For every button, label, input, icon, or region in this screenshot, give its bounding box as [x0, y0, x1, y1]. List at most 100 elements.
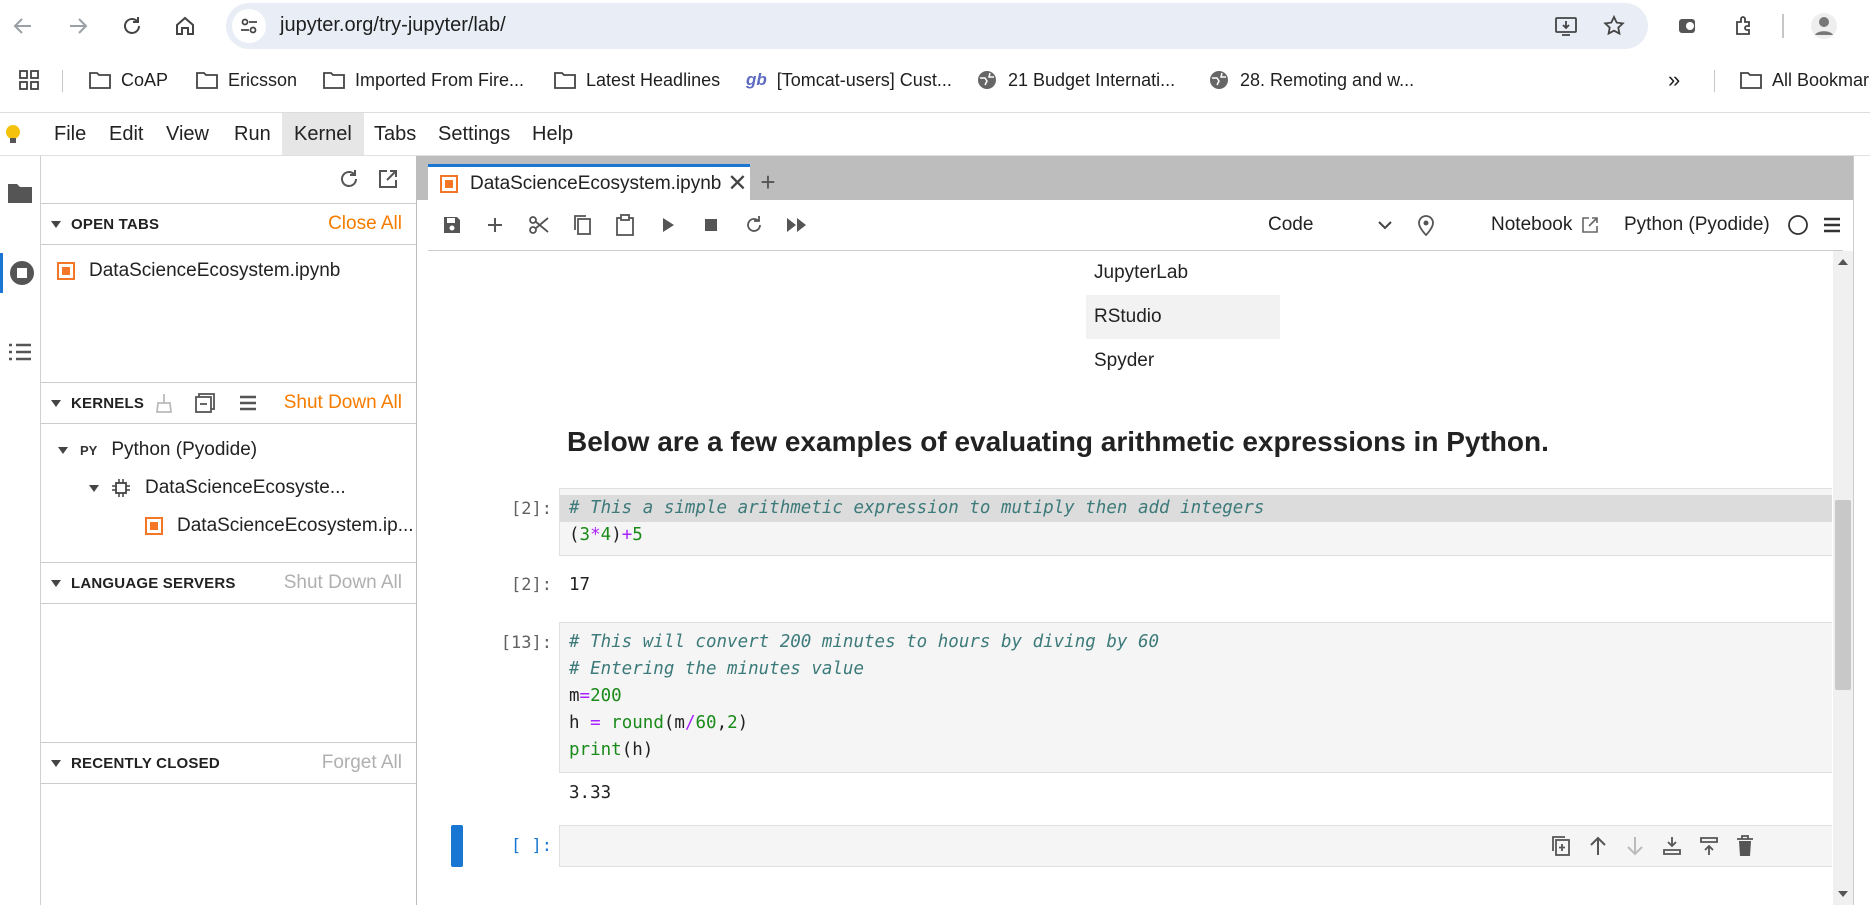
document-label: DataScienceEcosystem.ip... [177, 515, 414, 536]
open-in-notebook-button[interactable]: Notebook [1491, 210, 1600, 240]
output-prompt: [2]: [511, 575, 552, 595]
paste-button[interactable] [611, 211, 639, 239]
property-inspector-button[interactable] [1412, 211, 1440, 239]
collapse-all-button[interactable] [194, 392, 216, 414]
open-tab-item[interactable]: DataScienceEcosystem.ipynb [57, 255, 340, 287]
stop-icon [705, 219, 717, 231]
move-down-button[interactable] [1624, 834, 1646, 858]
new-launcher-button[interactable]: + [756, 166, 780, 198]
apps-button[interactable] [18, 60, 40, 100]
menu-run[interactable]: Run [222, 113, 283, 155]
copy-button[interactable] [568, 211, 596, 239]
refresh-icon [341, 170, 357, 187]
restart-kernel-button[interactable] [740, 211, 768, 239]
open-external-button[interactable] [377, 168, 399, 190]
close-icon[interactable]: ✕ [727, 169, 747, 198]
code-line: (3*4)+5 [569, 525, 643, 545]
menu-settings[interactable]: Settings [426, 113, 522, 155]
shut-down-all-kernels-button[interactable]: Shut Down All [284, 392, 402, 414]
code-cell-input[interactable]: # This a simple arithmetic expression to… [559, 488, 1832, 556]
markdown-heading: Below are a few examples of evaluating a… [567, 426, 1549, 457]
more-bookmarks-button[interactable]: » [1668, 60, 1680, 100]
bookmark-item[interactable]: Imported From Fire... [323, 60, 524, 100]
bookmark-item[interactable]: Ericsson [196, 60, 297, 100]
insert-cell-button[interactable] [481, 211, 509, 239]
bookmark-item[interactable]: gb [Tomcat-users] Cust... [746, 60, 952, 100]
move-up-button[interactable] [1587, 834, 1609, 858]
bookmark-star-button[interactable] [1596, 8, 1632, 44]
all-bookmarks-button[interactable]: All Bookmarks [1740, 60, 1870, 100]
open-tabs-section-header[interactable]: OPEN TABS Close All [41, 203, 416, 245]
recently-closed-section-header[interactable]: RECENTLY CLOSED Forget All [41, 742, 416, 784]
bookmark-label: [Tomcat-users] Cust... [776, 69, 952, 90]
bookmark-item[interactable]: Latest Headlines [554, 60, 720, 100]
site-info-button[interactable] [232, 9, 266, 43]
shut-down-all-servers-button[interactable]: Shut Down All [284, 572, 402, 594]
clear-kernels-button[interactable] [153, 392, 175, 414]
run-cell-button[interactable] [654, 211, 682, 239]
reload-button[interactable] [112, 6, 152, 46]
code-cell-input[interactable]: # This will convert 200 minutes to hours… [559, 622, 1832, 773]
bookmark-label: 28. Remoting and w... [1240, 69, 1415, 90]
kernel-item[interactable]: PY Python (Pyodide) [58, 434, 257, 466]
menu-view[interactable]: View [154, 113, 221, 155]
close-all-button[interactable]: Close All [328, 213, 402, 235]
duplicate-cell-button[interactable] [1550, 834, 1572, 858]
bookmark-item[interactable]: 28. Remoting and w... [1208, 60, 1414, 100]
code-cell-input[interactable] [559, 825, 1832, 867]
cut-button[interactable] [525, 211, 553, 239]
tab-notebook[interactable]: DataScienceEcosystem.ipynb ✕ [428, 164, 750, 200]
document-item[interactable]: DataScienceEcosystem.ip... [145, 510, 414, 542]
menu-file[interactable]: File [42, 113, 98, 155]
folder-icon [89, 72, 111, 89]
restart-run-all-button[interactable] [783, 211, 811, 239]
insert-above-button[interactable] [1661, 834, 1683, 858]
language-servers-section-header[interactable]: LANGUAGE SERVERS Shut Down All [41, 562, 416, 604]
bookmark-label: Latest Headlines [586, 69, 721, 90]
forget-all-button[interactable]: Forget All [322, 752, 402, 774]
profile-button[interactable] [1806, 8, 1842, 44]
menu-help[interactable]: Help [520, 113, 585, 155]
code-line: m=200 [569, 686, 622, 706]
scroll-up-icon[interactable] [1833, 255, 1853, 269]
scrollbar-thumb[interactable] [1835, 500, 1851, 690]
globe-icon [1210, 71, 1228, 89]
notebook-toolbar: Code Notebook Python (Pyodide) [428, 200, 1843, 251]
scroll-down-icon[interactable] [1833, 887, 1853, 901]
cell-output: 17 [569, 575, 591, 595]
reload-icon [124, 17, 140, 34]
notebook-label: Notebook [1491, 214, 1573, 235]
table-of-contents-tab[interactable] [0, 332, 40, 372]
menu-kernel[interactable]: Kernel [282, 113, 364, 155]
install-app-button[interactable] [1548, 8, 1584, 44]
bookmark-item[interactable]: 21 Budget Internati... [976, 60, 1175, 100]
save-button[interactable] [438, 211, 466, 239]
plus-icon [488, 218, 502, 232]
extension-button[interactable] [1670, 8, 1706, 44]
file-browser-tab[interactable] [0, 173, 40, 213]
menu-tabs[interactable]: Tabs [362, 113, 428, 155]
interrupt-kernel-button[interactable] [697, 211, 725, 239]
kernels-section-header[interactable]: KERNELS Shut Down All [41, 382, 416, 424]
menu-edit[interactable]: Edit [97, 113, 155, 155]
extensions-menu-button[interactable] [1726, 8, 1762, 44]
bookmark-item[interactable]: CoAP [89, 60, 168, 100]
bookmark-label: 21 Budget Internati... [1008, 69, 1176, 90]
session-item[interactable]: DataScienceEcosyste... [89, 472, 346, 504]
cell-type-select[interactable]: Code [1268, 210, 1393, 240]
running-kernels-tab[interactable] [0, 253, 40, 293]
input-prompt: [ ]: [511, 836, 552, 856]
home-button[interactable] [165, 6, 205, 46]
notebook-panel: JupyterLab RStudio Spyder Below are a fe… [428, 251, 1832, 905]
toolbar-menu-button[interactable] [1818, 211, 1846, 239]
back-button[interactable] [3, 6, 43, 46]
kernel-name-button[interactable]: Python (Pyodide) [1624, 210, 1770, 240]
delete-cell-button[interactable] [1735, 834, 1755, 858]
insert-below-button[interactable] [1698, 834, 1720, 858]
list-view-button[interactable] [237, 392, 259, 414]
toolbar-divider [1782, 14, 1784, 38]
refresh-button[interactable] [338, 168, 360, 190]
forward-button[interactable] [58, 6, 98, 46]
url-text[interactable]: jupyter.org/try-jupyter/lab/ [280, 11, 506, 39]
folder-icon [1740, 72, 1762, 89]
